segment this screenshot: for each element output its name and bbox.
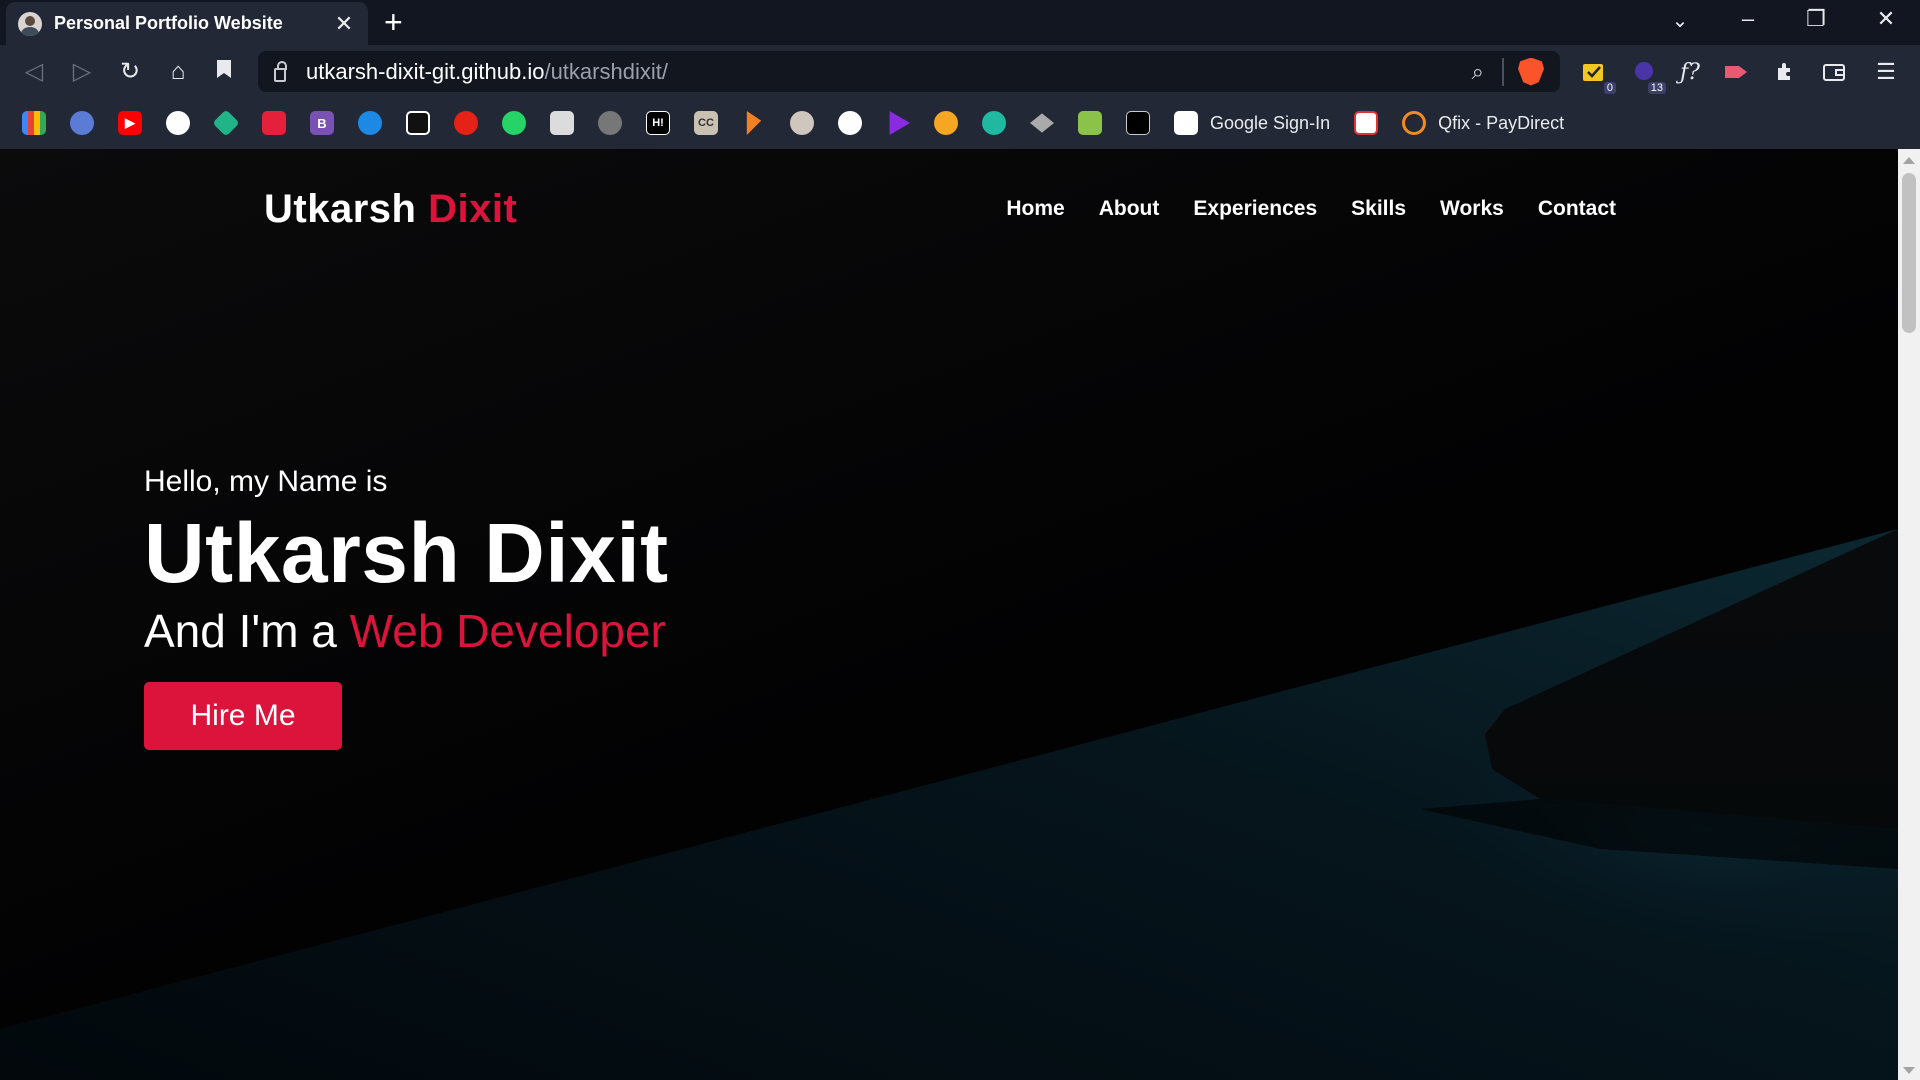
hero-section: Hello, my Name is Utkarsh Dixit And I'm … [144,465,669,750]
scroll-up-icon[interactable] [1903,157,1915,164]
extensions-puzzle-icon[interactable] [1770,56,1802,88]
scroll-down-icon[interactable] [1903,1067,1915,1074]
refresh-circle-icon[interactable] [982,111,1006,135]
bootstrap-icon[interactable]: B [310,111,334,135]
whatsapp-icon[interactable] [502,111,526,135]
bookmark-google-sign-in[interactable]: Google Sign-In [1174,111,1330,135]
portfolio-page: Utkarsh Dixit Home About Experiences Ski… [0,149,1898,1080]
logo-first: Utkarsh [264,187,417,231]
close-tab-icon[interactable]: ✕ [332,11,356,37]
unsplash-icon[interactable] [406,111,430,135]
address-bar[interactable]: utkarsh-dixit-git.github.io /utkarshdixi… [258,51,1560,92]
nav-about[interactable]: About [1099,197,1160,221]
restore-button[interactable]: ❐ [1796,6,1836,32]
bookmark-label: Qfix - PayDirect [1438,112,1565,133]
drop-icon[interactable] [838,111,862,135]
role-accent: Web Developer [349,605,666,657]
hero-name: Utkarsh Dixit [144,506,669,600]
hero-role: And I'm a Web Developer [144,604,669,658]
url-path: /utkarshdixit/ [544,58,668,84]
cc-icon[interactable]: CC [694,111,718,135]
play-record-icon[interactable] [454,111,478,135]
browser-toolbar: ◁ ▷ ↻ ⌂ utkarsh-dixit-git.github.io /utk… [0,45,1920,97]
todo-extension-icon[interactable]: 0 [1578,56,1616,94]
active-tab[interactable]: Personal Portfolio Website ✕ [6,2,368,45]
ios-icon[interactable] [1354,111,1379,135]
site-logo[interactable]: Utkarsh Dixit [264,187,517,232]
tab-strip: Personal Portfolio Website ✕ + ⌄ – ❐ ✕ [0,0,1920,45]
bookmark-label: Google Sign-In [1210,112,1331,133]
font-finder-icon[interactable]: ƒ? [1674,56,1706,88]
back-button[interactable]: ◁ [18,56,50,88]
play-icon[interactable] [889,111,910,135]
dollar-icon[interactable] [1126,111,1150,135]
scroll-thumb[interactable] [1902,173,1916,333]
url-host: utkarsh-dixit-git.github.io [306,58,545,84]
zoom-icon[interactable]: ⌕ [1472,59,1484,85]
screen-recorder-icon[interactable] [1720,56,1752,88]
close-window-button[interactable]: ✕ [1866,6,1906,32]
nav-works[interactable]: Works [1440,197,1504,221]
wallet-icon[interactable] [1818,56,1850,88]
home-button[interactable]: ⌂ [162,56,194,88]
nav-contact[interactable]: Contact [1538,197,1616,221]
menu-icon[interactable]: ☰ [1870,56,1902,88]
globe-icon[interactable] [598,111,622,135]
google-sign-in-icon [1174,111,1198,135]
nav-skills[interactable]: Skills [1351,197,1406,221]
nav-home[interactable]: Home [1006,197,1064,221]
reload-button[interactable]: ↻ [114,56,146,88]
tab-search-chevron-icon[interactable]: ⌄ [1660,8,1700,33]
hackerrank-icon[interactable]: H! [646,111,670,135]
badge-count: 0 [1603,82,1616,94]
bookmarks-bar: ▶ B H! CC Google Sign-In Qfix - PayDirec… [0,97,1920,149]
diamond-icon[interactable] [212,109,240,137]
brave-shields-icon[interactable] [1518,57,1544,86]
tab-title: Personal Portfolio Website [54,13,283,33]
stackoverflow-icon[interactable] [746,111,762,135]
notebook-icon[interactable] [1078,111,1102,135]
github-icon[interactable] [166,111,190,135]
qfix-icon [1402,111,1427,135]
badge-count: 13 [1647,82,1666,94]
role-prefix: And I'm a [144,605,337,657]
youtube-icon[interactable]: ▶ [118,111,142,135]
bookmark-qfix[interactable]: Qfix - PayDirect [1402,111,1564,135]
gmail-icon[interactable] [22,111,46,135]
layers-icon[interactable] [1030,113,1054,133]
divider [1502,57,1504,86]
stack-icon[interactable] [262,111,286,135]
profile-favicon-icon [18,11,42,36]
lock-icon [274,60,287,82]
fox-icon[interactable] [934,111,958,135]
notifications-extension-icon[interactable]: 13 [1628,56,1666,94]
minimize-button[interactable]: – [1728,6,1768,32]
nav-experiences[interactable]: Experiences [1193,197,1317,221]
new-tab-button[interactable]: + [384,6,403,38]
forward-button[interactable]: ▷ [66,56,98,88]
teams-people-icon[interactable] [70,111,94,135]
hero-greeting: Hello, my Name is [144,465,388,498]
logo-accent: Dixit [428,187,518,231]
c-icon[interactable] [358,111,382,135]
document-icon[interactable] [550,111,574,135]
page-scrollbar[interactable] [1898,149,1920,1080]
bookmark-icon[interactable] [208,56,240,88]
main-nav: Home About Experiences Skills Works Cont… [1006,197,1616,221]
profile-avatar-icon[interactable] [790,111,814,135]
hire-me-button[interactable]: Hire Me [144,682,342,750]
